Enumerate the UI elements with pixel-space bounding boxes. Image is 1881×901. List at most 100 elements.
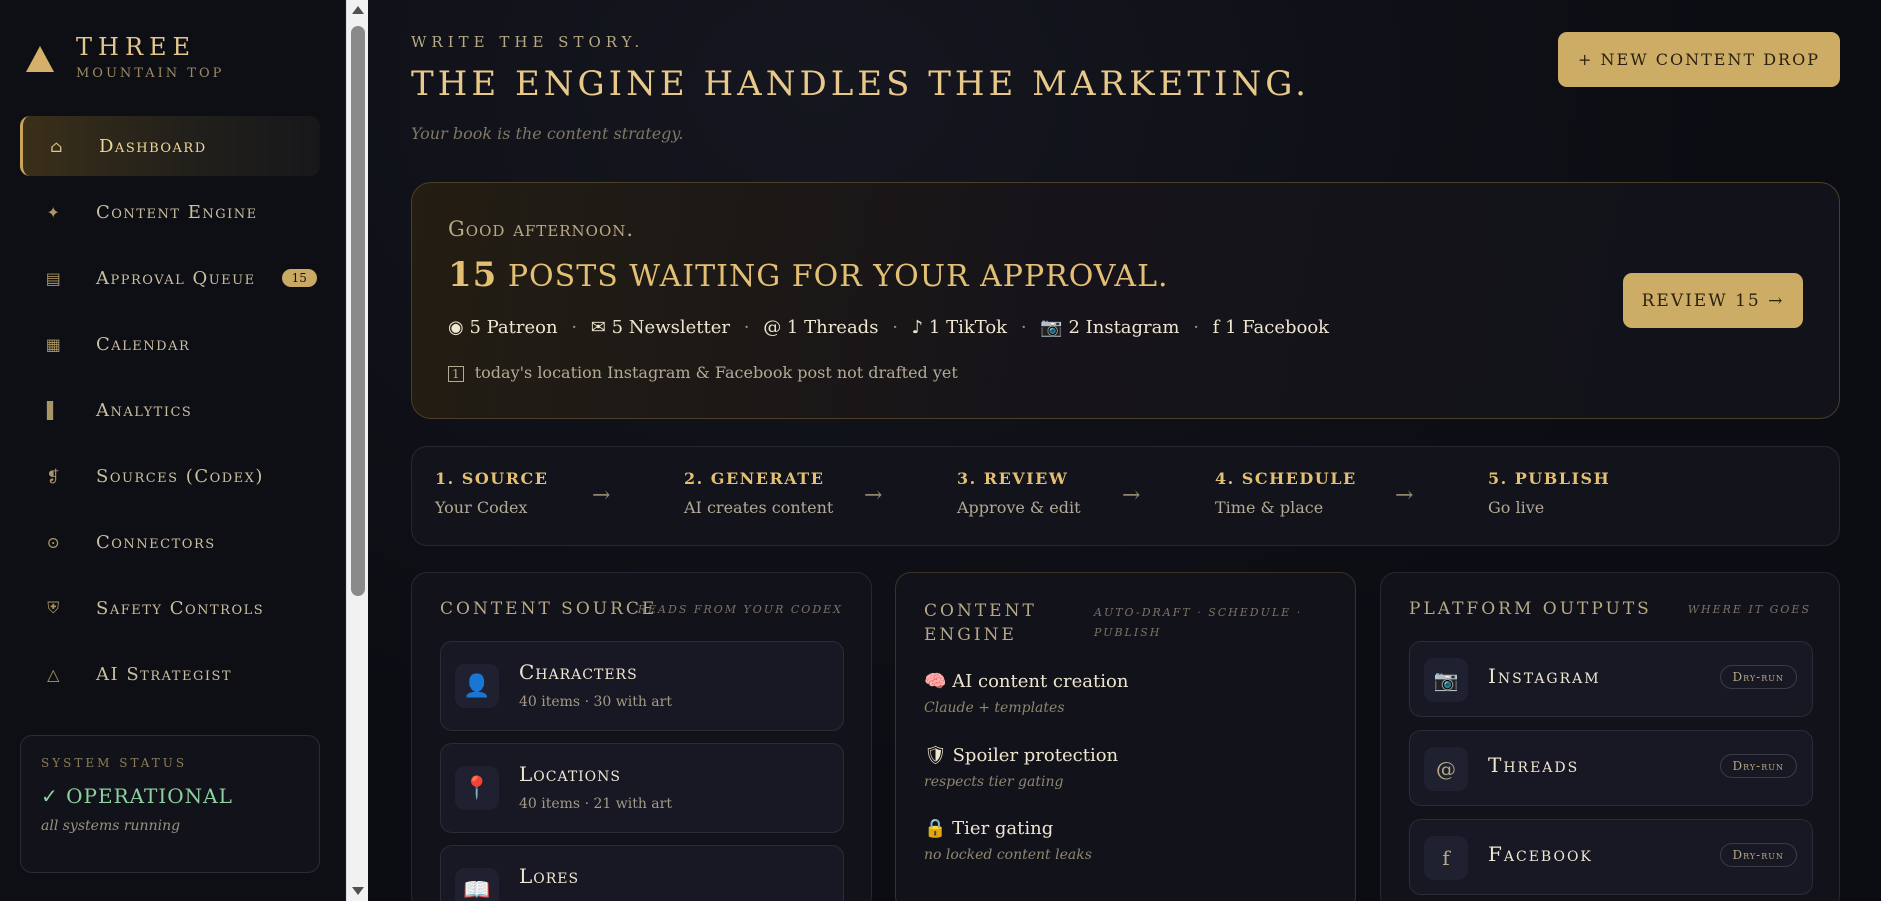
triangle-icon: △ — [47, 664, 61, 684]
source-subtitle: 40 items · 21 with art — [519, 796, 672, 812]
arrow-right-icon: → — [1122, 483, 1141, 508]
feature-subtitle: no locked content leaks — [924, 847, 1092, 863]
pipeline-step-schedule: 4. SCHEDULE Time & place — [1215, 469, 1357, 517]
pipeline-step-source: 1. SOURCE Your Codex — [435, 469, 548, 517]
channel-count: 5 Patreon — [469, 317, 558, 338]
facebook-icon: f — [1212, 317, 1220, 338]
card-title: CONTENT ENGINE — [924, 599, 1037, 647]
platform-outputs-card: PLATFORM OUTPUTS WHERE IT GOES 📷 Instagr… — [1380, 572, 1840, 901]
channel-count: 5 Newsletter — [611, 317, 730, 338]
sidebar-item-label: Dashboard — [99, 135, 207, 157]
dry-run-badge: Dry-run — [1719, 754, 1797, 778]
sidebar-item-content-engine[interactable]: ✦ Content Engine — [20, 182, 320, 242]
feature-title: 🧠 AI content creation — [924, 671, 1128, 692]
sidebar-item-safety-controls[interactable]: ⛨ Safety Controls — [20, 578, 320, 638]
source-item-lores[interactable]: 📖 Lores — [440, 845, 844, 901]
sidebar-scrollbar[interactable] — [346, 0, 368, 901]
source-title: Locations — [519, 762, 622, 786]
channel-breakdown: ◉ 5 Patreon · ✉ 5 Newsletter · @ 1 Threa… — [448, 317, 1329, 338]
card-hint-line: AUTO-DRAFT · SCHEDULE · — [1094, 606, 1303, 619]
engine-feature-ai: 🧠 AI content creation Claude + templates — [924, 671, 1128, 716]
sidebar-nav: ⌂ Dashboard ✦ Content Engine ▤ Approval … — [20, 116, 320, 710]
arrow-right-icon: → — [864, 483, 883, 508]
page-tagline: Your book is the content strategy. — [411, 124, 684, 143]
source-title: Characters — [519, 660, 638, 684]
sidebar-item-ai-strategist[interactable]: △ AI Strategist — [20, 644, 320, 704]
step-title: 3. REVIEW — [957, 469, 1069, 488]
main-content: WRITE THE STORY. THE ENGINE HANDLES THE … — [368, 0, 1881, 901]
feature-subtitle: respects tier gating — [924, 774, 1064, 790]
number-one-icon: 1 — [448, 366, 464, 382]
separator: · — [1193, 317, 1199, 338]
brand-subtitle: MOUNTAIN TOP — [76, 66, 225, 81]
content-engine-card: CONTENT ENGINE AUTO-DRAFT · SCHEDULE · P… — [895, 572, 1356, 901]
feature-title-text: AI content creation — [952, 671, 1129, 692]
channel-count: 1 Threads — [786, 317, 879, 338]
card-title: CONTENT SOURCE — [440, 599, 658, 619]
card-hint: READS FROM YOUR CODEX — [637, 603, 843, 616]
pipeline-steps: 1. SOURCE Your Codex → 2. GENERATE AI cr… — [411, 446, 1840, 546]
sidebar: THREE MOUNTAIN TOP ⌂ Dashboard ✦ Content… — [0, 0, 346, 901]
separator: · — [571, 317, 578, 338]
page-title: THE ENGINE HANDLES THE MARKETING. — [411, 64, 1310, 104]
card-hint-line: PUBLISH — [1094, 626, 1162, 639]
sidebar-item-calendar[interactable]: ▦ Calendar — [20, 314, 320, 374]
new-content-drop-button[interactable]: + NEW CONTENT DROP — [1558, 32, 1840, 87]
channel-count: 1 Facebook — [1225, 317, 1330, 338]
brain-icon: 🧠 — [924, 671, 947, 692]
source-subtitle: 40 items · 30 with art — [519, 694, 672, 710]
count-badge: 15 — [281, 269, 317, 287]
step-subtitle: AI creates content — [684, 498, 834, 517]
separator: · — [1020, 317, 1027, 338]
greeting: Good afternoon. — [448, 217, 635, 241]
codex-icon: ❡ — [46, 466, 62, 486]
brand-logo[interactable]: THREE MOUNTAIN TOP — [26, 34, 224, 81]
scroll-down-arrow-icon[interactable] — [352, 887, 364, 895]
character-icon: 👤 — [455, 664, 499, 708]
system-status-panel: SYSTEM STATUS ✓ OPERATIONAL all systems … — [20, 735, 320, 873]
check-icon: ✓ — [41, 784, 59, 808]
connector-icon: ⊙ — [46, 532, 62, 552]
sidebar-item-approval-queue[interactable]: ▤ Approval Queue 15 — [20, 248, 320, 308]
platform-name: Instagram — [1488, 664, 1601, 688]
status-subtitle: all systems running — [41, 818, 181, 834]
sidebar-item-connectors[interactable]: ⊙ Connectors — [20, 512, 320, 572]
step-title: 2. GENERATE — [684, 469, 825, 488]
status-title: SYSTEM STATUS — [41, 756, 188, 770]
card-title-line: ENGINE — [924, 625, 1017, 645]
source-title: Lores — [519, 864, 580, 888]
platform-item-instagram[interactable]: 📷 Instagram Dry-run — [1409, 641, 1813, 717]
lock-icon: 🔒 — [924, 818, 947, 839]
platform-item-facebook[interactable]: f Facebook Dry-run — [1409, 819, 1813, 895]
dry-run-badge: Dry-run — [1719, 665, 1797, 689]
review-button[interactable]: REVIEW 15 → — [1623, 273, 1803, 328]
feature-title: 🛡 Spoiler protection — [924, 745, 1118, 766]
sidebar-item-label: Content Engine — [96, 201, 258, 223]
queue-icon: ▤ — [45, 268, 63, 288]
sidebar-item-label: Safety Controls — [96, 597, 265, 619]
step-subtitle: Approve & edit — [957, 498, 1081, 517]
dry-run-badge: Dry-run — [1719, 843, 1797, 867]
arrow-right-icon: → — [1395, 483, 1414, 508]
sparkle-icon: ✦ — [46, 202, 62, 222]
sidebar-item-label: AI Strategist — [96, 663, 233, 685]
separator: · — [743, 317, 750, 338]
sidebar-item-analytics[interactable]: ▌ Analytics — [20, 380, 320, 440]
scrollbar-thumb[interactable] — [351, 26, 365, 596]
sidebar-item-dashboard[interactable]: ⌂ Dashboard — [20, 116, 320, 176]
platform-item-threads[interactable]: @ Threads Dry-run — [1409, 730, 1813, 806]
scroll-up-arrow-icon[interactable] — [352, 6, 364, 14]
sidebar-item-label: Calendar — [96, 333, 191, 355]
calendar-icon: ▦ — [45, 334, 63, 354]
pipeline-step-generate: 2. GENERATE AI creates content — [684, 469, 833, 517]
patreon-icon: ◉ — [448, 317, 464, 338]
platform-name: Facebook — [1488, 842, 1593, 866]
source-item-locations[interactable]: 📍 Locations 40 items · 21 with art — [440, 743, 844, 833]
mountain-icon — [26, 46, 54, 72]
pipeline-step-publish: 5. PUBLISH Go live — [1488, 469, 1610, 517]
sidebar-item-sources[interactable]: ❡ Sources (Codex) — [20, 446, 320, 506]
content-source-card: CONTENT SOURCE READS FROM YOUR CODEX 👤 C… — [411, 572, 872, 901]
source-item-characters[interactable]: 👤 Characters 40 items · 30 with art — [440, 641, 844, 731]
shield-icon: ⛨ — [47, 598, 61, 617]
hero-note-text: today's location Instagram & Facebook po… — [474, 363, 958, 382]
